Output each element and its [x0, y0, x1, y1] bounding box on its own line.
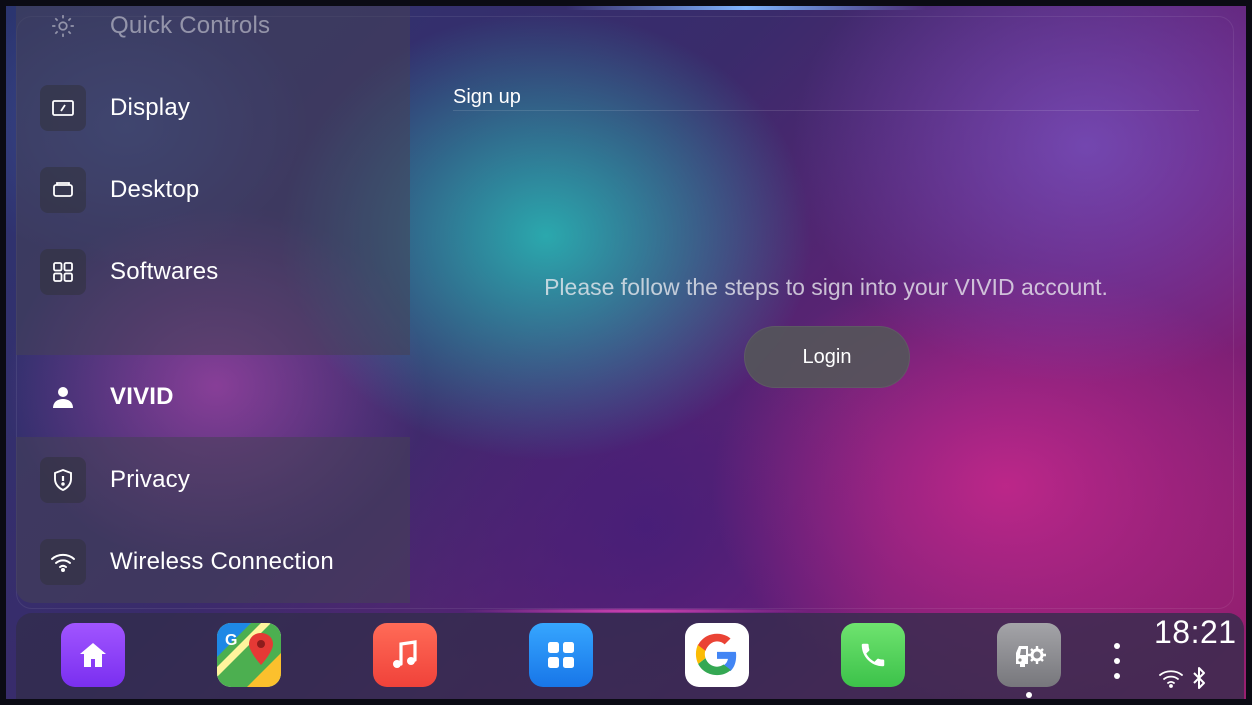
title-divider: [453, 110, 1199, 111]
app-drawer-icon[interactable]: [529, 623, 593, 687]
user-icon: [40, 374, 86, 420]
clock: 18:21: [1154, 614, 1237, 650]
music-app-icon[interactable]: [373, 623, 437, 687]
shield-icon: [40, 457, 86, 503]
dock-menu-dot: [1114, 658, 1120, 664]
sidebar-item-quick-controls[interactable]: Quick Controls: [16, 6, 410, 56]
svg-text:G: G: [225, 632, 237, 649]
top-glow: [566, 6, 926, 10]
wifi-icon: [1158, 668, 1184, 693]
sidebar-item-privacy[interactable]: Privacy: [16, 450, 410, 510]
bluetooth-icon: [1192, 666, 1206, 695]
active-app-indicator: [1026, 692, 1032, 698]
sidebar-item-vivid[interactable]: VIVID: [16, 367, 410, 427]
sidebar-item-label: Quick Controls: [110, 12, 271, 39]
screen: Quick Controls Display Desktop Softwares: [6, 6, 1246, 699]
dock-menu-dot: [1114, 673, 1120, 679]
sidebar-item-label: Desktop: [110, 176, 200, 203]
google-app-icon[interactable]: [685, 623, 749, 687]
sidebar-item-label: Wireless Connection: [110, 548, 334, 575]
sidebar-item-label: Display: [110, 94, 191, 121]
sidebar-item-display[interactable]: Display: [16, 78, 410, 138]
login-button[interactable]: Login: [744, 326, 910, 388]
car-settings-app-icon[interactable]: [997, 623, 1061, 687]
desktop-icon: [40, 167, 86, 213]
sidebar-item-label: VIVID: [110, 383, 174, 410]
sign-in-message: Please follow the steps to sign into you…: [544, 274, 1108, 300]
home-app-icon[interactable]: [61, 623, 125, 687]
display-icon: [40, 85, 86, 131]
dock-menu-dot: [1114, 643, 1120, 649]
settings-sidebar: Quick Controls Display Desktop Softwares: [16, 6, 410, 603]
page-title: Sign up: [453, 86, 521, 108]
sidebar-item-label: Privacy: [110, 466, 191, 493]
sidebar-item-wireless-connection[interactable]: Wireless Connection: [16, 532, 410, 592]
phone-app-icon[interactable]: [841, 623, 905, 687]
apps-grid-icon: [40, 249, 86, 295]
sidebar-item-softwares[interactable]: Softwares: [16, 242, 410, 302]
status-bar: [1158, 666, 1206, 695]
maps-app-icon[interactable]: G: [217, 623, 281, 687]
gear-icon: [40, 6, 86, 49]
sidebar-item-label: Softwares: [110, 258, 219, 285]
sidebar-item-desktop[interactable]: Desktop: [16, 160, 410, 220]
wifi-icon: [40, 539, 86, 585]
